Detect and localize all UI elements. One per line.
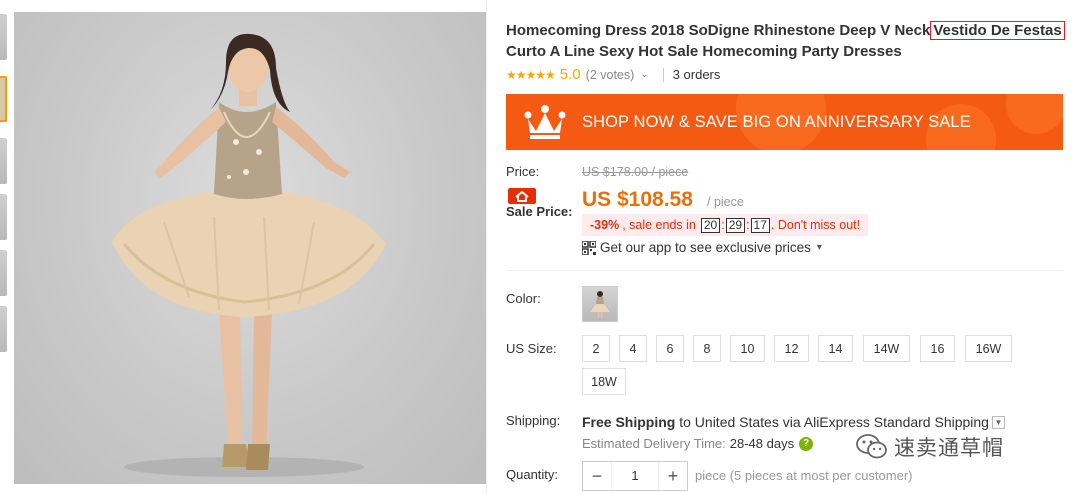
- sale-price-unit: / piece: [707, 195, 744, 209]
- product-title-rest: Curto A Line Sexy Hot Sale Homecoming Pa…: [506, 43, 902, 60]
- size-option[interactable]: 4: [619, 335, 647, 362]
- app-promo-text: Get our app to see exclusive prices: [600, 240, 811, 255]
- product-title-main: Homecoming Dress 2018 SoDigne Rhinestone…: [506, 22, 931, 39]
- rating-divider: [662, 67, 664, 82]
- product-title-highlight: Vestido De Festas: [930, 21, 1065, 40]
- shipping-label: Shipping:: [506, 413, 561, 428]
- rating-row: ★★★★★ 5.0 (2 votes) ⌄ 3 orders: [506, 66, 720, 83]
- size-label: US Size:: [506, 341, 557, 356]
- sale-price-label: Sale Price:: [506, 204, 573, 219]
- size-option[interactable]: 8: [693, 335, 721, 362]
- size-option[interactable]: 16: [920, 335, 955, 362]
- thumbnail-3[interactable]: [0, 138, 7, 184]
- rating-score: 5.0: [559, 66, 581, 83]
- crown-icon: [524, 105, 566, 139]
- quantity-hint: piece (5 pieces at most per customer): [695, 468, 913, 483]
- countdown-minutes: 29: [725, 217, 746, 233]
- quantity-label: Quantity:: [506, 467, 559, 482]
- banner-text: SHOP NOW & SAVE BIG ON ANNIVERSARY SALE: [582, 113, 971, 131]
- countdown-seconds: 17: [750, 217, 770, 233]
- sale-price: US $108.58: [582, 188, 693, 211]
- size-option[interactable]: 12: [774, 335, 809, 362]
- thumbnail-4[interactable]: [0, 194, 7, 240]
- decrease-button[interactable]: −: [583, 462, 611, 490]
- increase-button[interactable]: +: [659, 462, 687, 490]
- product-main-image[interactable]: [14, 12, 486, 484]
- app-promo-link[interactable]: Get our app to see exclusive prices ▾: [582, 240, 822, 255]
- wechat-watermark: 速卖通草帽: [856, 432, 1004, 462]
- shipping-destination: to United States via AliExpress Standard…: [679, 414, 989, 430]
- sale-tag-icon: [508, 188, 536, 204]
- help-icon[interactable]: ?: [799, 436, 814, 451]
- thumbnail-2-selected[interactable]: [0, 76, 7, 122]
- quantity-input[interactable]: 1: [611, 462, 659, 490]
- original-price: US $178.00 / piece: [582, 165, 689, 179]
- sale-ends-text: , sale ends in: [622, 218, 696, 232]
- dress-illustration: [112, 33, 386, 477]
- watermark-text: 速卖通草帽: [894, 437, 1004, 460]
- discount-countdown: -39% , sale ends in 20:29:17 . Don't mis…: [582, 214, 869, 236]
- size-option[interactable]: 14W: [863, 335, 910, 362]
- section-divider: [506, 270, 1063, 271]
- price-label: Price:: [506, 164, 540, 179]
- delivery-label: Estimated Delivery Time:: [582, 436, 726, 451]
- anniversary-sale-banner[interactable]: SHOP NOW & SAVE BIG ON ANNIVERSARY SALE: [506, 94, 1063, 150]
- countdown-hours: 20: [700, 217, 721, 233]
- wechat-icon: [856, 434, 887, 459]
- product-title: Homecoming Dress 2018 SoDigne Rhinestone…: [506, 20, 1066, 62]
- panel-divider: [486, 0, 487, 494]
- dress-thumbnail-icon: [590, 291, 610, 318]
- dont-miss-text: . Don't miss out!: [770, 218, 861, 232]
- size-option[interactable]: 18W: [582, 368, 626, 395]
- thumbnail-5[interactable]: [0, 250, 7, 296]
- thumbnail-1[interactable]: [0, 14, 7, 60]
- size-option[interactable]: 6: [656, 335, 684, 362]
- delivery-estimate: Estimated Delivery Time: 28-48 days ?: [582, 436, 814, 451]
- star-rating-icon: ★★★★★: [506, 67, 556, 82]
- shipping-method[interactable]: Free Shipping to United States via AliEx…: [582, 414, 1005, 430]
- delivery-days: 28-48 days: [729, 436, 795, 451]
- chevron-down-icon[interactable]: ▼: [991, 415, 1005, 429]
- size-option[interactable]: 14: [818, 335, 853, 362]
- color-swatch[interactable]: [582, 286, 618, 322]
- chevron-down-icon[interactable]: ⌄: [640, 69, 648, 80]
- qr-code-icon: [582, 240, 596, 255]
- thumbnail-strip: [0, 14, 8, 354]
- size-option[interactable]: 2: [582, 335, 610, 362]
- size-option[interactable]: 16W: [965, 335, 1012, 362]
- size-option[interactable]: 10: [730, 335, 765, 362]
- thumbnail-6[interactable]: [0, 306, 7, 352]
- orders-count: 3 orders: [672, 67, 721, 82]
- color-label: Color:: [506, 291, 541, 306]
- discount-percent: -39%: [590, 218, 620, 232]
- quantity-stepper: − 1 +: [582, 461, 688, 491]
- votes-link[interactable]: (2 votes): [586, 68, 635, 82]
- banner-decor: [1006, 94, 1063, 134]
- free-shipping-text: Free Shipping: [582, 414, 676, 430]
- caret-down-icon: ▾: [816, 242, 822, 253]
